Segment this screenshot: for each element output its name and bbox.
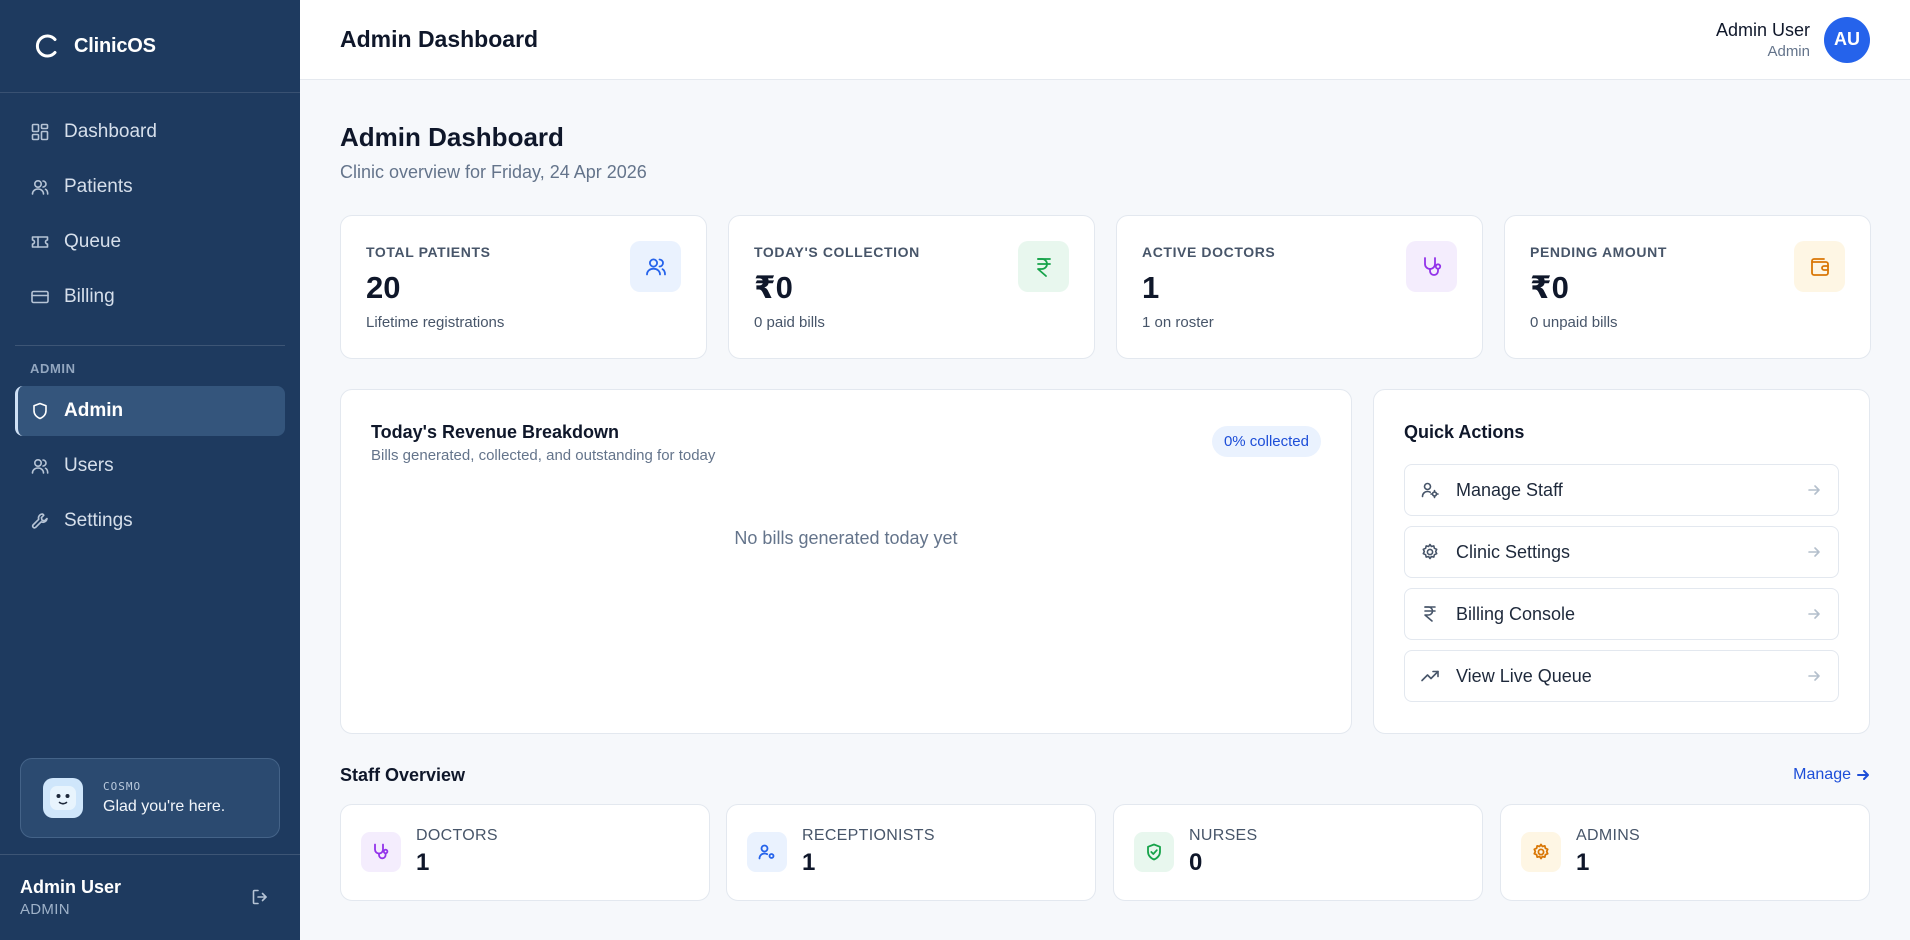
cosmo-robot-icon: [43, 778, 83, 818]
view-live-queue-button[interactable]: View Live Queue: [1404, 650, 1839, 702]
wrench-icon: [31, 513, 48, 529]
staff-label: RECEPTIONISTS: [802, 827, 935, 844]
billing-console-button[interactable]: Billing Console: [1404, 588, 1839, 640]
cosmo-assistant-card[interactable]: COSMO Glad you're here.: [20, 758, 280, 838]
avatar[interactable]: AU: [1824, 16, 1870, 63]
quick-action-label: Billing Console: [1456, 603, 1576, 624]
staff-label: DOCTORS: [416, 827, 498, 844]
staff-count: 1: [416, 849, 430, 876]
quick-action-label: View Live Queue: [1456, 665, 1592, 686]
stat-card-todays-collection: TODAY'S COLLECTION ₹0 0 paid bills: [728, 215, 1095, 359]
quick-actions-title: Quick Actions: [1404, 422, 1525, 442]
sidebar-item-label: Patients: [64, 176, 133, 197]
cosmo-tag: COSMO: [103, 780, 142, 793]
page-title: Admin Dashboard: [340, 122, 564, 152]
rupee-icon: [1018, 241, 1069, 292]
stat-card-total-patients: TOTAL PATIENTS 20 Lifetime registrations: [340, 215, 707, 359]
collected-badge: 0% collected: [1211, 426, 1321, 457]
user-menu[interactable]: Admin User Admin AU: [1715, 16, 1870, 63]
shield-icon: [33, 402, 47, 420]
sidebar-item-queue[interactable]: Queue: [15, 217, 285, 267]
sidebar-item-settings[interactable]: Settings: [15, 496, 285, 546]
stat-desc: 1 on roster: [1142, 314, 1214, 331]
revenue-subtitle: Bills generated, collected, and outstand…: [371, 447, 716, 464]
sidebar-item-billing[interactable]: Billing: [15, 272, 285, 322]
rupee-icon: [1424, 606, 1436, 622]
staff-card-admins: ADMINS 1: [1500, 804, 1870, 901]
page-subtitle: Clinic overview for Friday, 24 Apr 2026: [340, 162, 647, 182]
stat-card-active-doctors: ACTIVE DOCTORS 1 1 on roster: [1116, 215, 1483, 359]
sidebar-user-footer: Admin User ADMIN: [0, 854, 300, 940]
gear-icon: [1521, 832, 1561, 872]
cosmo-message: Glad you're here.: [103, 798, 226, 815]
arrow-right-icon: [1806, 668, 1822, 684]
sidebar-item-label: Billing: [64, 286, 115, 307]
sidebar-user-role: ADMIN: [20, 901, 70, 918]
clinic-settings-button[interactable]: Clinic Settings: [1404, 526, 1839, 578]
sidebar-item-users[interactable]: Users: [15, 441, 285, 491]
wallet-icon: [1794, 241, 1845, 292]
staff-card-nurses: NURSES 0: [1113, 804, 1483, 901]
quick-action-label: Clinic Settings: [1456, 541, 1571, 562]
staff-card-receptionists: RECEPTIONISTS 1: [726, 804, 1096, 901]
staff-count: 0: [1189, 849, 1203, 876]
arrow-right-icon: [1806, 606, 1822, 622]
nav-section-admin: ADMIN: [30, 361, 76, 376]
logout-icon[interactable]: [250, 887, 270, 907]
admin-nav: Admin Users Settings: [0, 382, 300, 546]
sidebar: ClinicOS Dashboard Patients Queue Billin…: [0, 0, 300, 940]
stethoscope-icon: [361, 832, 401, 872]
stat-desc: 0 unpaid bills: [1530, 314, 1618, 331]
staff-count: 1: [1576, 849, 1590, 876]
topbar-title: Admin Dashboard: [340, 26, 539, 52]
shield-check-icon: [1134, 832, 1174, 872]
topbar: Admin Dashboard Admin User Admin AU: [300, 0, 1910, 80]
sidebar-item-label: Dashboard: [64, 121, 157, 142]
stethoscope-icon: [1406, 241, 1457, 292]
user-gear-icon: [1421, 482, 1439, 499]
user-gear-icon: [747, 832, 787, 872]
stat-card-pending-amount: PENDING AMOUNT ₹0 0 unpaid bills: [1504, 215, 1871, 359]
stat-desc: Lifetime registrations: [366, 314, 505, 331]
arrow-right-icon: [1806, 544, 1822, 560]
revenue-breakdown-panel: Today's Revenue Breakdown Bills generate…: [340, 389, 1352, 734]
users-icon: [31, 179, 49, 195]
sidebar-item-label: Settings: [64, 510, 133, 531]
credit-card-icon: [31, 290, 49, 304]
gear-icon: [1422, 543, 1438, 560]
sidebar-item-admin[interactable]: Admin: [15, 386, 285, 436]
grid-icon: [31, 123, 49, 141]
revenue-title: Today's Revenue Breakdown: [371, 422, 620, 442]
clinicos-logo-icon: [32, 31, 62, 61]
user-role: Admin: [1767, 42, 1810, 60]
staff-overview-title: Staff Overview: [340, 765, 466, 785]
staff-manage-label: Manage: [1793, 766, 1851, 783]
quick-actions-panel: Quick Actions Manage Staff Clinic Settin…: [1373, 389, 1870, 734]
staff-label: ADMINS: [1576, 827, 1641, 844]
stat-desc: 0 paid bills: [754, 314, 825, 331]
main-nav: Dashboard Patients Queue Billing: [0, 93, 300, 322]
sidebar-item-patients[interactable]: Patients: [15, 162, 285, 212]
staff-count: 1: [802, 849, 816, 876]
manage-staff-button[interactable]: Manage Staff: [1404, 464, 1839, 516]
sidebar-item-label: Admin: [64, 400, 124, 421]
user-name: Admin User: [1715, 19, 1810, 40]
users-icon: [31, 458, 49, 474]
app-name: ClinicOS: [74, 34, 156, 57]
sidebar-item-dashboard[interactable]: Dashboard: [15, 107, 285, 157]
sidebar-item-label: Queue: [64, 231, 122, 252]
staff-label: NURSES: [1189, 827, 1258, 844]
arrow-right-icon: [1857, 770, 1869, 780]
staff-card-doctors: DOCTORS 1: [340, 804, 710, 901]
trending-up-icon: [1421, 670, 1439, 682]
users-icon: [630, 241, 681, 292]
revenue-empty-state: No bills generated today yet: [734, 528, 958, 548]
brand[interactable]: ClinicOS: [0, 0, 300, 93]
arrow-right-icon: [1806, 482, 1822, 498]
staff-manage-link[interactable]: Manage: [1793, 766, 1870, 784]
quick-action-label: Manage Staff: [1456, 479, 1563, 500]
ticket-icon: [31, 236, 49, 248]
sidebar-item-label: Users: [64, 455, 114, 476]
sidebar-user-name: Admin User: [20, 877, 122, 897]
